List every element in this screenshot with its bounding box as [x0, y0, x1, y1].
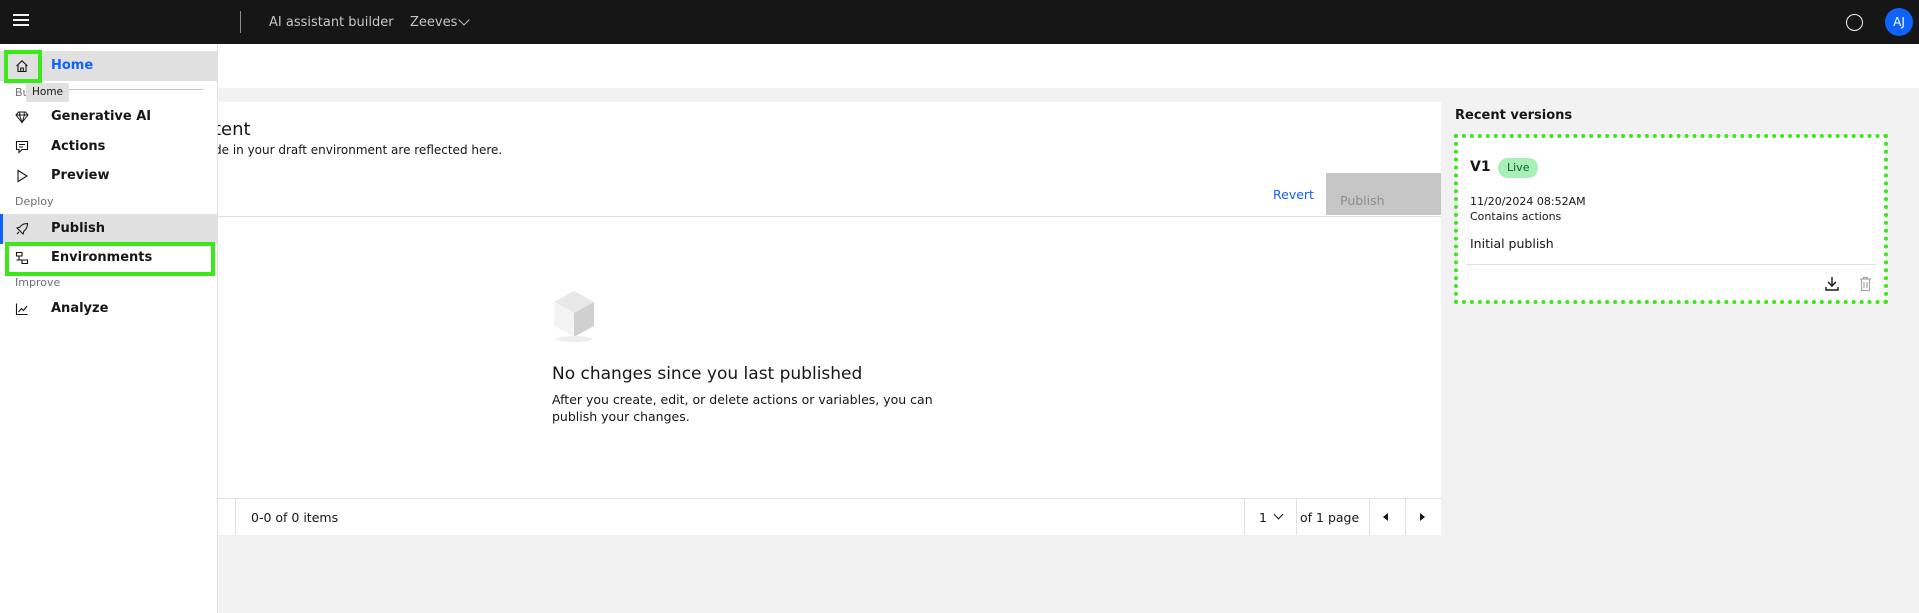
diamond-icon: [15, 111, 29, 124]
brand-prefix: IBM: [59, 14, 88, 29]
sidenav-item-actions[interactable]: Actions: [0, 132, 217, 162]
page-select[interactable]: 1: [1259, 510, 1267, 525]
empty-state-title: No changes since you last published: [552, 364, 863, 384]
revert-button[interactable]: Revert: [1273, 187, 1314, 202]
panel-divider: [217, 216, 1441, 217]
pager-divider: [1369, 498, 1370, 535]
highlight-home: [4, 50, 42, 83]
highlight-recent-version: [1454, 134, 1888, 304]
ai-assistant-builder-link[interactable]: AI assistant builder: [269, 15, 394, 30]
home-tooltip: Home: [26, 83, 70, 102]
sidenav-item-generative-ai[interactable]: Generative AI: [0, 102, 217, 132]
sidenav-label: Actions: [51, 139, 106, 154]
recent-versions-title: Recent versions: [1455, 108, 1573, 123]
pager-items-count: 0-0 of 0 items: [251, 510, 339, 525]
sidenav-label: Generative AI: [51, 109, 152, 124]
sidenav-item-publish[interactable]: Publish: [0, 214, 217, 244]
sidenav-label: Preview: [51, 168, 110, 183]
highlight-environments: [5, 242, 215, 276]
empty-box-icon: [554, 291, 594, 342]
pager-divider: [1296, 498, 1297, 535]
pager-divider: [1244, 498, 1245, 535]
pager-divider: [235, 498, 236, 535]
brand-name: watsonx Orchestrate: [87, 14, 243, 29]
panel-subtitle: de in your draft environment are reflect…: [214, 143, 503, 157]
sidenav-label: Analyze: [51, 301, 109, 316]
next-page-icon[interactable]: [1420, 513, 1425, 521]
page-header-strip: [0, 44, 1919, 88]
user-avatar[interactable]: AJ: [1885, 8, 1913, 36]
play-icon: [17, 169, 29, 183]
page-total: of 1 page: [1300, 510, 1360, 525]
sidenav-item-analyze[interactable]: Analyze: [0, 294, 217, 324]
chart-line-icon: [15, 303, 28, 316]
sidenav-label: Home: [51, 58, 94, 73]
empty-state-description: After you create, edit, or delete action…: [552, 392, 933, 424]
sidenav-item-preview[interactable]: Preview: [0, 161, 217, 191]
panel-title: tent: [214, 119, 251, 140]
help-icon[interactable]: ?: [1846, 14, 1863, 31]
section-deploy-label: Deploy: [15, 195, 54, 208]
sidenav-divider: [51, 89, 203, 90]
product-name[interactable]: IBM watsonx Orchestrate: [59, 14, 243, 29]
sidenav-label: Publish: [51, 221, 105, 236]
rocket-icon: [15, 222, 29, 236]
pager-divider: [1405, 498, 1406, 535]
publish-button[interactable]: Publish: [1326, 173, 1441, 215]
hamburger-menu-icon[interactable]: [13, 14, 29, 28]
header-divider: [240, 11, 241, 33]
section-improve-label: Improve: [15, 276, 61, 289]
chat-icon: [15, 140, 29, 154]
assistant-switcher[interactable]: Zeeves: [410, 15, 457, 30]
prev-page-icon[interactable]: [1383, 513, 1388, 521]
